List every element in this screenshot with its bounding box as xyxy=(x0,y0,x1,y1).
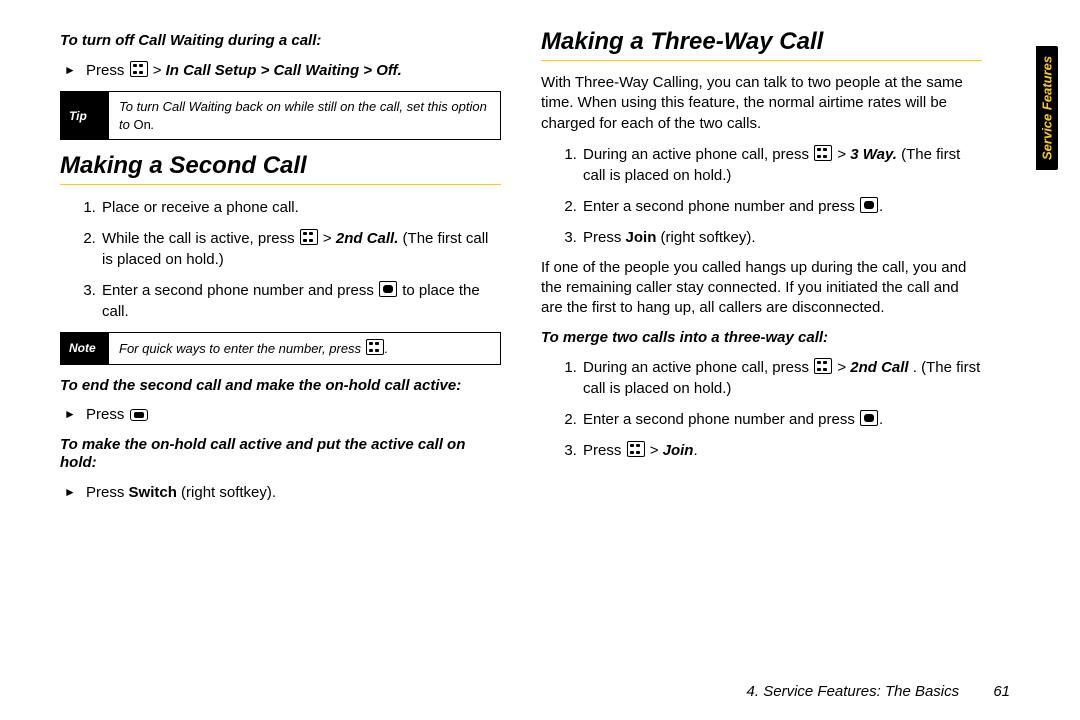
footer-chapter: 4. Service Features: The Basics xyxy=(747,683,960,700)
note-text: For quick ways to enter the number, pres… xyxy=(109,333,398,364)
merge-steps: During an active phone call, press > 2nd… xyxy=(541,357,982,461)
heading-underline xyxy=(60,184,501,185)
end-icon xyxy=(130,409,148,421)
callwaiting-off-bullet: Press > In Call Setup > Call Waiting > O… xyxy=(60,61,501,81)
list-item: Enter a second phone number and press to… xyxy=(100,280,501,322)
text: Press xyxy=(86,62,129,79)
manual-page: Service Features To turn off Call Waitin… xyxy=(0,0,1080,720)
list-item: While the call is active, press > 2nd Ca… xyxy=(100,228,501,270)
page-number: 61 xyxy=(993,683,1010,700)
list-item: During an active phone call, press > 3 W… xyxy=(581,144,982,186)
ok-icon xyxy=(860,410,878,426)
list-item: Press xyxy=(86,405,501,425)
heading-underline xyxy=(541,60,982,61)
list-item: Press Switch (right softkey). xyxy=(86,483,501,503)
list-item: During an active phone call, press > 2nd… xyxy=(581,357,982,399)
list-item: Press Join (right softkey). xyxy=(581,227,982,248)
menu-icon xyxy=(366,339,384,355)
tip-text: To turn Call Waiting back on while still… xyxy=(109,92,500,139)
menu-path: 3 Way. xyxy=(850,146,897,163)
heading-threeway: Making a Three-Way Call xyxy=(541,28,982,56)
list-item: Enter a second phone number and press . xyxy=(581,196,982,217)
threeway-note: If one of the people you called hangs up… xyxy=(541,258,982,319)
menu-path: 2nd Call xyxy=(850,359,908,376)
menu-icon xyxy=(814,145,832,161)
second-call-steps: Place or receive a phone call. While the… xyxy=(60,197,501,322)
end-second-bullet: Press xyxy=(60,405,501,425)
note-label: Note xyxy=(61,333,109,364)
tip-label: Tip xyxy=(61,92,109,139)
tip-callout: Tip To turn Call Waiting back on while s… xyxy=(60,91,501,140)
threeway-intro: With Three-Way Calling, you can talk to … xyxy=(541,73,982,134)
heading-second-call: Making a Second Call xyxy=(60,152,501,180)
text: > xyxy=(153,62,166,79)
softkey-name: Switch xyxy=(129,484,177,501)
ok-icon xyxy=(860,197,878,213)
menu-icon xyxy=(627,441,645,457)
list-item: Place or receive a phone call. xyxy=(100,197,501,218)
menu-icon xyxy=(130,61,148,77)
ok-icon xyxy=(379,281,397,297)
list-item: Press > In Call Setup > Call Waiting > O… xyxy=(86,61,501,81)
page-footer: 4. Service Features: The Basics 61 xyxy=(747,683,1010,700)
threeway-steps: During an active phone call, press > 3 W… xyxy=(541,144,982,248)
right-column: Making a Three-Way Call With Three-Way C… xyxy=(537,18,1034,702)
softkey-name: Join xyxy=(626,229,657,246)
left-column: To turn off Call Waiting during a call: … xyxy=(60,18,505,702)
menu-path: Join xyxy=(663,442,694,459)
menu-path: 2nd Call. xyxy=(336,230,399,247)
swap-sub: To make the on-hold call active and put … xyxy=(60,436,501,474)
merge-sub: To merge two calls into a three-way call… xyxy=(541,329,982,348)
callwaiting-off-sub: To turn off Call Waiting during a call: xyxy=(60,32,501,51)
end-second-sub: To end the second call and make the on-h… xyxy=(60,377,501,396)
side-tab: Service Features xyxy=(1036,46,1058,170)
list-item: Press > Join. xyxy=(581,440,982,461)
list-item: Enter a second phone number and press . xyxy=(581,409,982,430)
swap-bullet: Press Switch (right softkey). xyxy=(60,483,501,503)
note-callout: Note For quick ways to enter the number,… xyxy=(60,332,501,365)
menu-path: In Call Setup > Call Waiting > Off. xyxy=(166,62,402,79)
menu-icon xyxy=(814,358,832,374)
menu-icon xyxy=(300,229,318,245)
